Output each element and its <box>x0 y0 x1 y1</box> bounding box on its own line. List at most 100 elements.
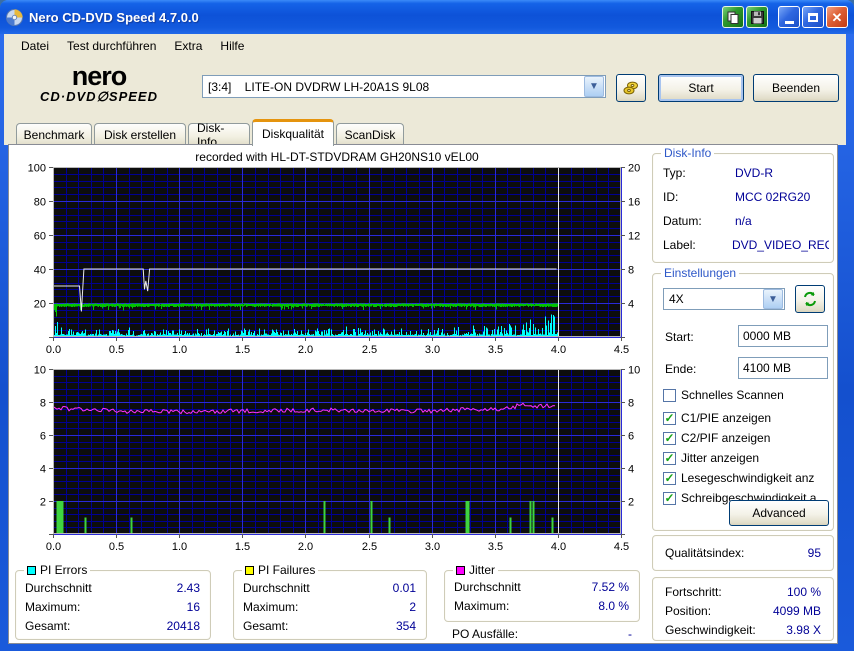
checkbox-c2-pif[interactable]: ✓ C2/PIF anzeigen <box>663 431 831 445</box>
position-value: 4099 MB <box>772 604 821 618</box>
stat-value: 8.0 % <box>598 599 629 613</box>
chevron-down-icon[interactable]: ▼ <box>584 76 604 97</box>
pi-failures-title: PI Failures <box>258 563 316 577</box>
eject-button[interactable] <box>616 74 646 102</box>
disk-info-typ-value: DVD-R <box>735 166 773 180</box>
disk-info-id-value: MCC 02RG20 <box>735 190 811 204</box>
checkbox-label: C1/PIE anzeigen <box>681 411 772 425</box>
stat-label: Gesamt: <box>25 619 71 633</box>
maximize-button[interactable] <box>802 6 824 28</box>
chevron-down-icon[interactable]: ▼ <box>763 289 783 309</box>
refresh-arrows-icon <box>804 291 816 307</box>
floppy-disk-icon <box>750 10 764 24</box>
svg-text:4.0: 4.0 <box>551 541 566 553</box>
advanced-button[interactable]: Advanced <box>729 500 829 526</box>
scan-speed-select[interactable]: 4X ▼ <box>663 288 785 310</box>
svg-text:0.5: 0.5 <box>109 344 124 356</box>
disk-info-title: Disk-Info <box>661 146 715 160</box>
menu-bar: Datei Test durchführen Extra Hilfe <box>4 34 846 59</box>
svg-text:20: 20 <box>628 163 640 175</box>
svg-text:1.0: 1.0 <box>172 541 187 553</box>
checkbox-jitter[interactable]: ✓ Jitter anzeigen <box>663 451 831 465</box>
menu-test-durchfuehren[interactable]: Test durchführen <box>58 36 165 56</box>
progress-value: 100 % <box>786 585 821 599</box>
maximize-icon <box>808 12 818 22</box>
pi-failures-stats-box: PI Failures Durchschnitt 0.01 Maximum: 2… <box>233 563 427 640</box>
svg-text:0.0: 0.0 <box>46 344 61 356</box>
stat-value: 16 <box>186 600 200 614</box>
checkbox-schnelles-scannen[interactable]: ✓ Schnelles Scannen <box>663 388 831 402</box>
scan-end-input[interactable] <box>738 357 828 379</box>
checkbox-icon: ✓ <box>663 491 676 505</box>
svg-text:4.5: 4.5 <box>614 344 629 356</box>
tab-scandisk[interactable]: ScanDisk <box>336 123 404 145</box>
svg-text:4: 4 <box>628 299 634 311</box>
drive-select[interactable]: [3:4] LITE-ON DVDRW LH-20A1S 9L08 ▼ <box>202 75 606 98</box>
svg-text:2.5: 2.5 <box>362 541 377 553</box>
quality-index-label: Qualitätsindex: <box>665 546 745 560</box>
checkbox-icon: ✓ <box>663 451 676 465</box>
app-window: Nero CD-DVD Speed 4.7.0.0 ✕ Datei Test d… <box>0 0 854 651</box>
svg-text:3.0: 3.0 <box>425 541 440 553</box>
svg-text:2: 2 <box>40 497 46 509</box>
minimize-button[interactable] <box>778 6 800 28</box>
pi-errors-stats-box: PI Errors Durchschnitt 2.43 Maximum: 16 … <box>15 563 211 640</box>
jitter-stats-box: Jitter Durchschnitt 7.52 % Maximum: 8.0 … <box>444 563 640 622</box>
quality-index-value: 95 <box>807 546 821 560</box>
svg-text:1.0: 1.0 <box>172 344 187 356</box>
close-button[interactable]: ✕ <box>826 6 848 28</box>
diskqualitaet-page: 20 40 60 80 100 4 8 12 16 20 0.0 0.5 1.0 1.5 2.0 2.5 3.0… <box>8 144 838 644</box>
checkbox-label: Schnelles Scannen <box>681 388 784 402</box>
speed-label: Geschwindigkeit: <box>665 623 756 637</box>
svg-text:2: 2 <box>628 497 634 509</box>
svg-text:100: 100 <box>28 163 46 175</box>
checkbox-icon: ✓ <box>663 471 676 485</box>
stat-value: 2.43 <box>176 581 200 595</box>
menu-datei[interactable]: Datei <box>12 36 58 56</box>
scan-start-input[interactable] <box>738 325 828 347</box>
start-button[interactable]: Start <box>658 74 744 102</box>
disk-info-datum-label: Datum: <box>663 214 702 228</box>
refresh-button[interactable] <box>795 285 825 313</box>
svg-text:4.0: 4.0 <box>551 344 566 356</box>
copy-chart-button[interactable] <box>722 6 744 28</box>
window-title: Nero CD-DVD Speed 4.7.0.0 <box>29 9 199 25</box>
menu-extra[interactable]: Extra <box>165 36 211 56</box>
tab-disk-info[interactable]: Disk-Info <box>188 121 250 149</box>
scan-speed-value: 4X <box>669 292 684 306</box>
save-chart-button[interactable] <box>746 6 768 28</box>
progress-box: Fortschritt: 100 % Position: 4099 MB Ges… <box>652 577 834 641</box>
tab-benchmark[interactable]: Benchmark <box>16 123 92 145</box>
settings-group: Einstellungen 4X ▼ Start: Ende: ✓ Schnel… <box>652 266 834 531</box>
svg-text:3.5: 3.5 <box>488 541 503 553</box>
svg-text:20: 20 <box>34 299 46 311</box>
minimize-icon <box>784 20 794 24</box>
stat-label: Maximum: <box>243 600 299 614</box>
svg-text:16: 16 <box>628 197 640 209</box>
pi-errors-title: PI Errors <box>40 563 88 577</box>
checkbox-lesegeschwindigkeit[interactable]: ✓ Lesegeschwindigkeit anz <box>663 471 831 485</box>
svg-text:60: 60 <box>34 231 46 243</box>
jitter-swatch <box>456 565 465 575</box>
quit-button[interactable]: Beenden <box>753 74 839 102</box>
svg-text:12: 12 <box>628 231 640 243</box>
svg-text:2.0: 2.0 <box>298 344 313 356</box>
stat-value: 2 <box>409 600 416 614</box>
eject-discs-icon <box>623 81 638 95</box>
svg-text:1.5: 1.5 <box>235 541 250 553</box>
jitter-pi-failures-chart: 2 4 6 8 10 2 4 6 8 10 0.0 0.5 1.0 1.5 2.0 2.5 3.0 3.5 4.0 4… <box>11 359 653 559</box>
tab-diskqualitaet[interactable]: Diskqualität <box>252 119 334 146</box>
disk-info-id-label: ID: <box>663 190 679 204</box>
stat-label: Gesamt: <box>243 619 289 633</box>
drive-select-value: [3:4] LITE-ON DVDRW LH-20A1S 9L08 <box>208 79 430 94</box>
po-failures-label: PO Ausfälle: <box>452 627 519 641</box>
nero-logo: nero CD·DVD∅SPEED <box>14 63 184 105</box>
tab-disk-erstellen[interactable]: Disk erstellen <box>94 123 186 145</box>
checkbox-c1-pie[interactable]: ✓ C1/PIE anzeigen <box>663 411 831 425</box>
settings-title: Einstellungen <box>661 266 740 280</box>
menu-hilfe[interactable]: Hilfe <box>211 36 253 56</box>
progress-label: Fortschritt: <box>665 585 722 599</box>
stat-label: Durchschnitt <box>243 581 310 595</box>
svg-text:6: 6 <box>40 431 46 443</box>
svg-text:2.5: 2.5 <box>362 344 377 356</box>
